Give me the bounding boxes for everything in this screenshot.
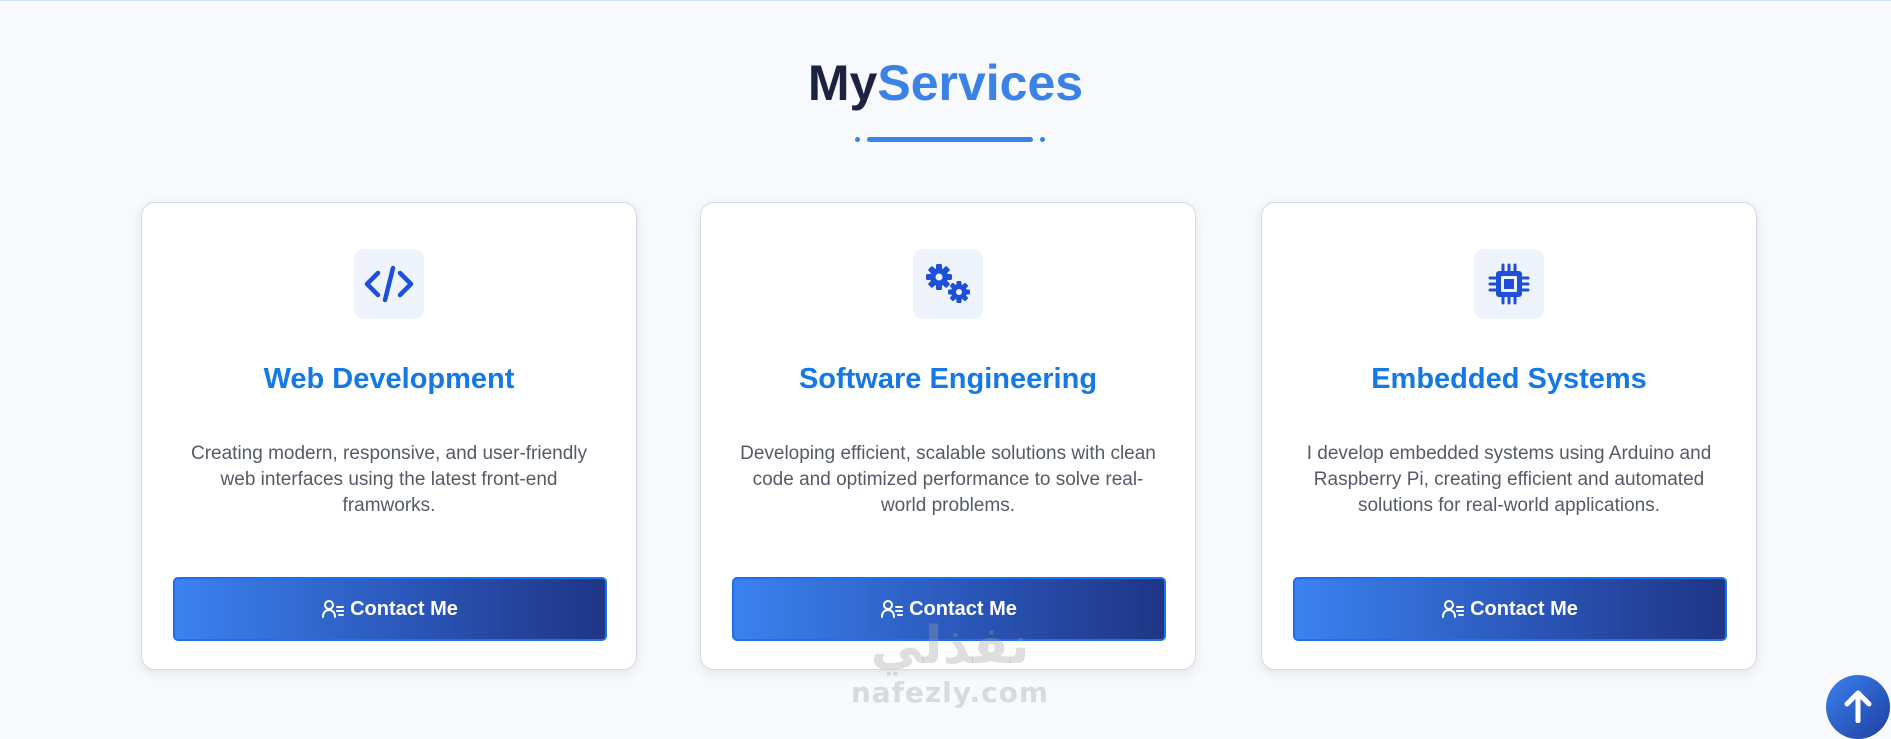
divider-bar — [867, 137, 1033, 142]
service-card-embedded-systems: Embedded Systems I develop embedded syst… — [1261, 202, 1757, 670]
user-list-icon — [881, 599, 904, 619]
divider-dot-left — [855, 137, 860, 142]
section-title-my: My — [807, 55, 878, 111]
user-list-icon — [1442, 599, 1465, 619]
arrow-up-icon — [1844, 690, 1872, 723]
scroll-to-top-button[interactable] — [1826, 675, 1890, 739]
user-list-icon — [322, 599, 345, 619]
service-description: Creating modern, responsive, and user-fr… — [190, 443, 588, 516]
title-divider — [855, 136, 1045, 142]
contact-me-button[interactable]: Contact Me — [732, 577, 1166, 641]
service-card-software-engineering: Software Engineering Developing efficien… — [700, 202, 1196, 670]
microchip-icon — [1474, 249, 1544, 319]
contact-me-label: Contact Me — [1470, 597, 1578, 620]
contact-me-label: Contact Me — [350, 597, 458, 620]
service-title: Web Development — [263, 363, 515, 395]
contact-me-button[interactable]: Contact Me — [1293, 577, 1727, 641]
service-description: Developing efficient, scalable solutions… — [740, 443, 1156, 516]
service-title: Embedded Systems — [1371, 363, 1647, 395]
gears-icon — [913, 249, 983, 319]
service-title: Software Engineering — [798, 363, 1098, 395]
watermark-domain: nafezly.com — [850, 676, 1050, 709]
section-title: MyServices — [0, 53, 1891, 113]
section-title-services: Services — [877, 55, 1084, 111]
code-icon — [354, 249, 424, 319]
contact-me-label: Contact Me — [909, 597, 1017, 620]
contact-me-button[interactable]: Contact Me — [173, 577, 607, 641]
service-card-web-development: Web Development Creating modern, respons… — [141, 202, 637, 670]
service-description: I develop embedded systems using Arduino… — [1306, 443, 1712, 516]
divider-dot-right — [1040, 137, 1045, 142]
